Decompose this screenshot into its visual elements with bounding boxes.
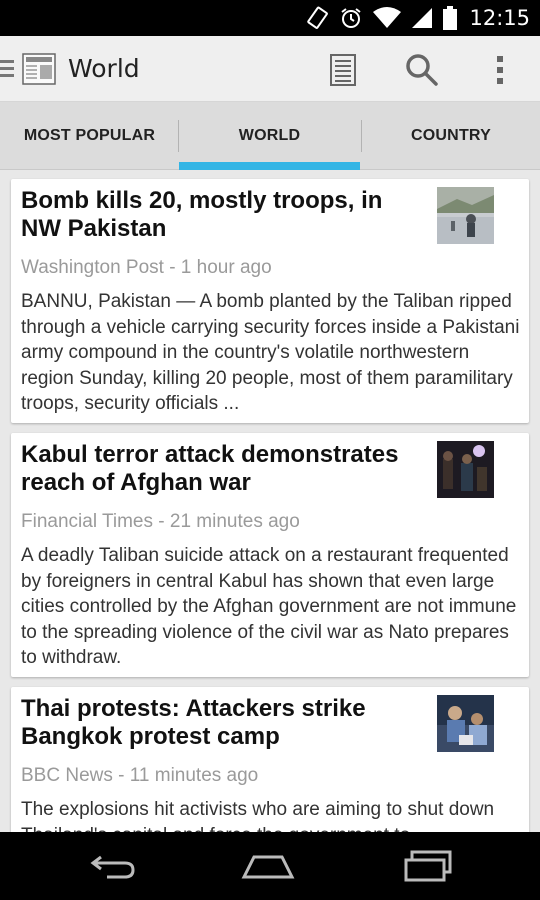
battery-icon	[443, 6, 458, 30]
article-source: Financial Times - 21 minutes ago	[21, 511, 300, 532]
article-thumbnail[interactable]	[437, 695, 494, 752]
article-card[interactable]: Bomb kills 20, mostly troops, in NW Paki…	[11, 179, 529, 423]
status-time: 12:15	[469, 6, 530, 30]
article-title[interactable]: Thai protests: Attackers strike Bangkok …	[21, 695, 421, 751]
alarm-icon	[339, 6, 363, 30]
article-title[interactable]: Kabul terror attack demonstrates reach o…	[21, 441, 421, 497]
article-card[interactable]: Kabul terror attack demonstrates reach o…	[11, 433, 529, 677]
article-snippet: A deadly Taliban suicide attack on a res…	[21, 545, 517, 668]
article-thumbnail[interactable]	[437, 441, 494, 498]
home-icon[interactable]	[238, 846, 298, 886]
article-snippet: BANNU, Pakistan — A bomb planted by the …	[21, 291, 520, 414]
article-thumbnail[interactable]	[437, 187, 494, 244]
tab-selected-indicator	[179, 162, 360, 170]
status-bar: 12:15	[0, 0, 540, 36]
article-source: BBC News - 11 minutes ago	[21, 765, 259, 786]
overflow-menu-icon[interactable]	[480, 50, 520, 90]
recent-apps-icon[interactable]	[398, 846, 458, 886]
navigation-bar	[0, 832, 540, 900]
vibrate-icon	[307, 6, 329, 30]
drawer-icon[interactable]	[0, 58, 14, 80]
signal-icon	[411, 7, 433, 29]
tab-label: WORLD	[238, 127, 301, 144]
tab-world[interactable]: WORLD	[179, 102, 360, 170]
news-logo-icon[interactable]	[21, 50, 59, 88]
tab-country[interactable]: COUNTRY	[362, 102, 540, 170]
read-now-icon[interactable]	[323, 50, 363, 90]
article-title[interactable]: Bomb kills 20, mostly troops, in NW Paki…	[21, 187, 421, 243]
tab-bar: MOST POPULAR WORLD COUNTRY	[0, 102, 540, 170]
article-source: Washington Post - 1 hour ago	[21, 257, 272, 278]
article-snippet: The explosions hit activists who are aim…	[21, 799, 495, 832]
page-title: World	[68, 54, 140, 83]
tab-label: COUNTRY	[411, 127, 491, 144]
action-bar: World	[0, 36, 540, 102]
tab-label: MOST POPULAR	[23, 127, 156, 144]
wifi-icon	[373, 7, 402, 29]
search-icon[interactable]	[402, 50, 442, 90]
article-card[interactable]: Thai protests: Attackers strike Bangkok …	[11, 687, 529, 832]
tab-most-popular[interactable]: MOST POPULAR	[0, 102, 179, 170]
back-icon[interactable]	[82, 846, 142, 886]
article-list[interactable]: Bomb kills 20, mostly troops, in NW Paki…	[0, 170, 540, 832]
